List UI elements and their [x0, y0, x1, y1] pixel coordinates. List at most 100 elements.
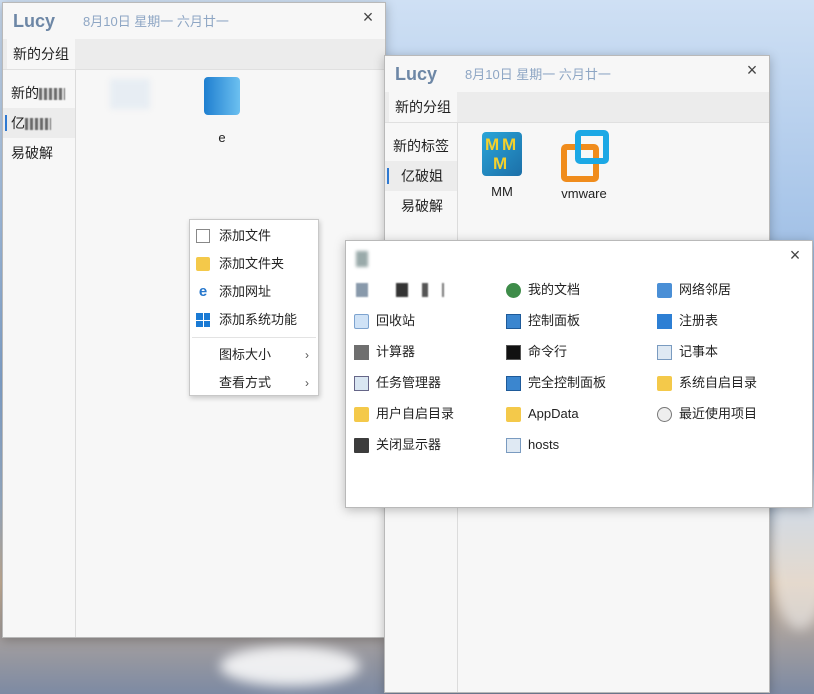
task-manager-icon — [354, 376, 369, 391]
menu-item-add-url[interactable]: e 添加网址 — [190, 278, 318, 306]
blue-app-icon — [204, 77, 240, 115]
sidebar-item-yipojie[interactable]: 易破解 — [385, 191, 457, 221]
sidebar-item-new[interactable]: 新的 — [3, 78, 75, 108]
app-title: Lucy — [395, 64, 438, 84]
tool-label: 我的文档 — [528, 282, 581, 297]
mm-app-icon: MMM — [482, 132, 522, 176]
tool-calculator[interactable]: 计算器 — [352, 339, 524, 365]
tab-new-group[interactable]: 新的分组 — [7, 39, 75, 69]
app-tile[interactable] — [95, 79, 165, 109]
tool-full-control-panel[interactable]: 完全控制面板 — [504, 370, 676, 396]
recent-items-icon — [657, 407, 672, 422]
tool-label: 网络邻居 — [679, 282, 732, 297]
tab-bar: 新的分组 — [3, 39, 385, 70]
folder-icon — [196, 257, 210, 271]
folder-icon — [354, 407, 369, 422]
tool-network-neighborhood[interactable]: 网络邻居 — [655, 277, 814, 303]
tool-label: 系统自启目录 — [679, 375, 758, 390]
folder-icon — [657, 376, 672, 391]
notepad-icon — [657, 345, 672, 360]
blurred-text — [39, 88, 65, 101]
date-label: 8月10日 星期一 六月廿一 — [83, 14, 229, 29]
folder-icon — [506, 407, 521, 422]
tool-registry[interactable]: 注册表 — [655, 308, 814, 334]
tab-new-group[interactable]: 新的分组 — [389, 92, 457, 122]
close-button[interactable]: × — [741, 59, 763, 81]
tool-recycle-bin[interactable]: 回收站 — [352, 308, 524, 334]
tool-control-panel[interactable]: 控制面板 — [504, 308, 676, 334]
tool-my-documents[interactable]: 我的文档 — [504, 277, 676, 303]
monitor-icon — [354, 438, 369, 453]
tool-command-line[interactable]: 命令行 — [504, 339, 676, 365]
sidebar-item-yipojie[interactable]: 易破解 — [3, 138, 75, 168]
sidebar-item-label: 易破解 — [11, 145, 53, 161]
tool-appdata[interactable]: AppData — [504, 401, 676, 427]
tool-recent-items[interactable]: 最近使用项目 — [655, 401, 814, 427]
recycle-bin-icon — [354, 314, 369, 329]
tool-label: 最近使用项目 — [679, 406, 758, 421]
sidebar: 新的 亿 易破解 — [3, 70, 76, 637]
hosts-file-icon — [506, 438, 521, 453]
tool-label: 记事本 — [679, 344, 719, 359]
menu-item-add-file[interactable]: 添加文件 — [190, 222, 318, 250]
app-tile-vmware[interactable]: vmware — [549, 130, 619, 201]
menu-item-add-system-function[interactable]: 添加系统功能 — [190, 306, 318, 334]
tool-label: 计算器 — [376, 344, 416, 359]
tool-label: 回收站 — [376, 313, 416, 328]
app-tile[interactable]: e — [187, 77, 257, 145]
blurred-icon — [356, 251, 368, 267]
app-tile-mm[interactable]: MMM MM — [467, 132, 537, 199]
menu-item-label: 图标大小 — [219, 347, 272, 362]
tool-label: 命令行 — [528, 344, 568, 359]
full-control-panel-icon — [506, 376, 521, 391]
menu-item-label: 添加文件 — [219, 228, 272, 243]
tool-label: 完全控制面板 — [528, 375, 607, 390]
tool-hosts[interactable]: hosts — [504, 432, 676, 458]
network-icon — [657, 283, 672, 298]
user-docs-icon — [506, 283, 521, 298]
cmd-icon — [506, 345, 521, 360]
menu-item-icon-size[interactable]: 图标大小 › — [190, 341, 318, 369]
tool-label: 控制面板 — [528, 313, 581, 328]
date-label: 8月10日 星期一 六月廿一 — [465, 67, 611, 82]
titlebar[interactable]: Lucy 8月10日 星期一 六月廿一 × — [3, 3, 385, 39]
close-button[interactable]: × — [357, 6, 379, 28]
menu-item-label: 查看方式 — [219, 375, 272, 390]
close-button[interactable]: × — [784, 244, 806, 266]
app-title: Lucy — [13, 11, 56, 31]
file-icon — [196, 229, 210, 243]
chevron-right-icon: › — [305, 348, 309, 362]
blurred-text — [356, 283, 456, 297]
calculator-icon — [354, 345, 369, 360]
sidebar-item-yi[interactable]: 亿 — [3, 108, 75, 138]
blurred-app-icon — [110, 79, 150, 109]
tool-label: 任务管理器 — [376, 375, 442, 390]
wallpaper-cloud — [220, 646, 360, 686]
ie-icon: e — [198, 283, 208, 300]
context-menu: 添加文件 添加文件夹 e 添加网址 添加系统功能 图标大小 › 查看方式 › — [189, 219, 319, 396]
sidebar-item-label: 新的 — [11, 85, 39, 101]
tool-turn-off-monitor[interactable]: 关闭显示器 — [352, 432, 524, 458]
blurred-text — [25, 118, 51, 131]
titlebar[interactable]: Lucy 8月10日 星期一 六月廿一 × — [385, 56, 769, 92]
tool-label: hosts — [528, 437, 560, 452]
app-tile-label: vmware — [561, 186, 607, 201]
tool-system-startup-folder[interactable]: 系统自启目录 — [655, 370, 814, 396]
sidebar-item-label: 亿 — [11, 115, 25, 131]
app-tile-label: e — [218, 130, 226, 145]
tool-user-startup-folder[interactable]: 用户自启目录 — [352, 401, 524, 427]
sidebar-item-yipojie-sister[interactable]: 亿破姐 — [385, 161, 457, 191]
menu-item-add-folder[interactable]: 添加文件夹 — [190, 250, 318, 278]
menu-item-view-mode[interactable]: 查看方式 › — [190, 369, 318, 397]
tool-notepad[interactable]: 记事本 — [655, 339, 814, 365]
menu-item-label: 添加文件夹 — [219, 256, 285, 271]
tool-label: 关闭显示器 — [376, 437, 442, 452]
app-tile-label: MM — [491, 184, 513, 199]
menu-separator — [192, 337, 316, 338]
tool-task-manager[interactable]: 任务管理器 — [352, 370, 524, 396]
vmware-app-icon — [561, 130, 609, 182]
sidebar-item-new-tag[interactable]: 新的标签 — [385, 131, 457, 161]
control-panel-icon — [506, 314, 521, 329]
windows-icon — [196, 313, 210, 327]
tool-label: 用户自启目录 — [376, 406, 455, 421]
